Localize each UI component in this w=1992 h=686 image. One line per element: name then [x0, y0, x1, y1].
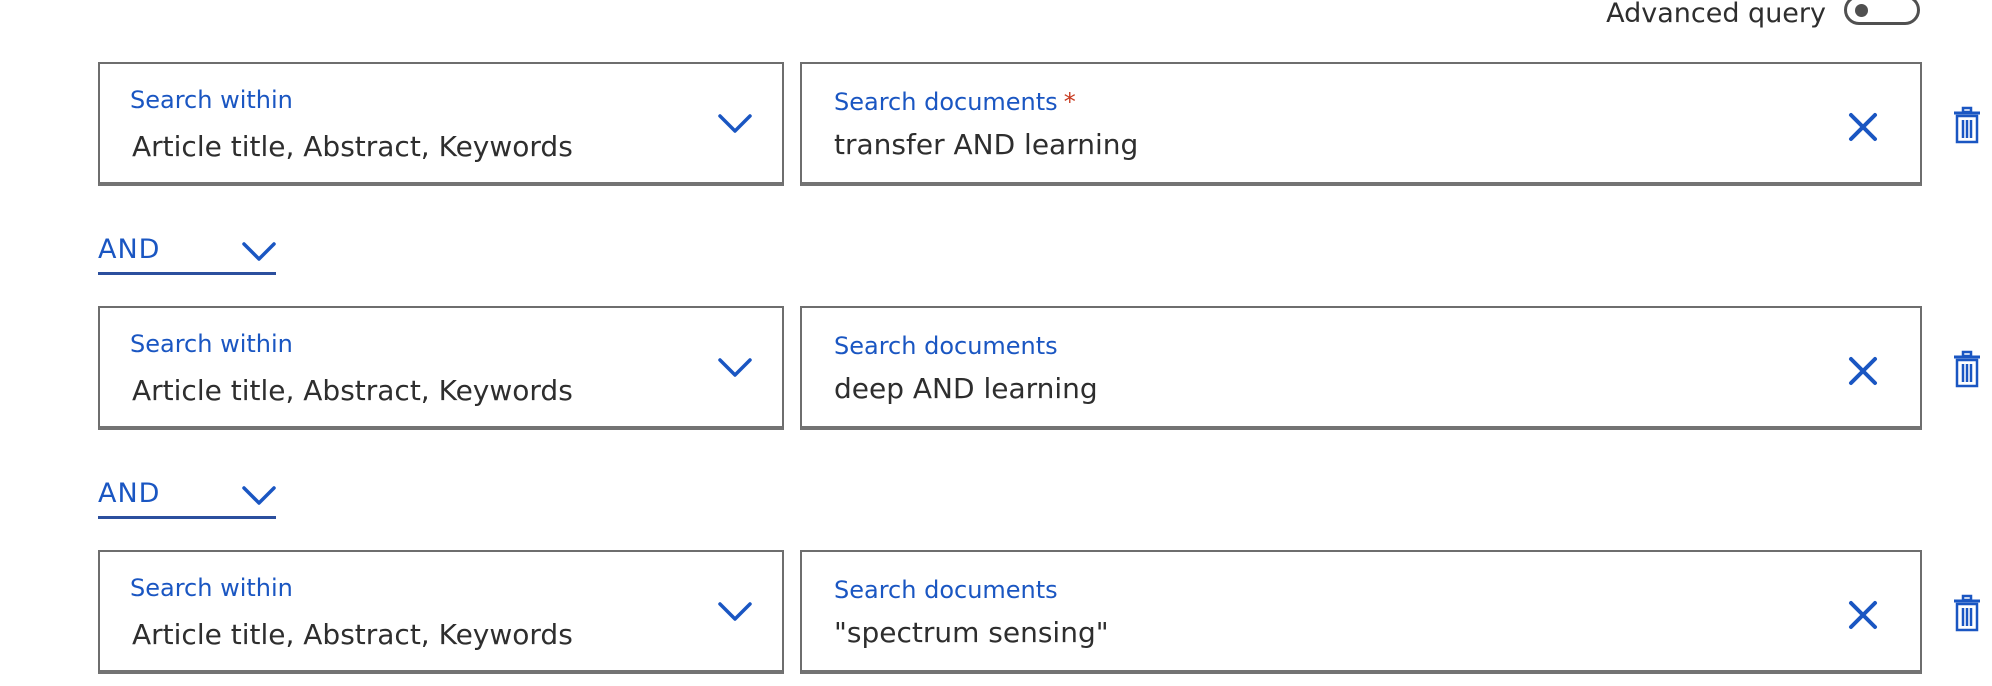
search-within-label: Search within	[130, 330, 293, 358]
search-row: Search within Article title, Abstract, K…	[0, 62, 1992, 192]
chevron-down-icon[interactable]	[718, 114, 752, 134]
trash-icon[interactable]	[1952, 594, 1982, 632]
close-icon[interactable]	[1848, 356, 1878, 386]
search-within-select[interactable]: Search within Article title, Abstract, K…	[98, 306, 784, 430]
operator-value: AND	[98, 478, 161, 509]
search-documents-label: Search documents	[834, 332, 1058, 360]
search-within-value: Article title, Abstract, Keywords	[132, 374, 573, 407]
search-documents-field[interactable]: Search documents "spectrum sensing"	[800, 550, 1922, 674]
search-documents-field[interactable]: Search documents * transfer AND learning	[800, 62, 1922, 186]
search-within-label: Search within	[130, 86, 293, 114]
search-within-value: Article title, Abstract, Keywords	[132, 130, 573, 163]
search-within-value: Article title, Abstract, Keywords	[132, 618, 573, 651]
search-documents-input[interactable]: "spectrum sensing"	[834, 616, 1109, 649]
search-documents-label: Search documents *	[834, 88, 1076, 116]
search-within-label: Search within	[130, 574, 293, 602]
search-documents-label: Search documents	[834, 576, 1058, 604]
search-within-select[interactable]: Search within Article title, Abstract, K…	[98, 550, 784, 674]
search-documents-label-text: Search documents	[834, 332, 1058, 360]
search-row: Search within Article title, Abstract, K…	[0, 306, 1992, 436]
chevron-down-icon[interactable]	[242, 486, 276, 506]
search-row: Search within Article title, Abstract, K…	[0, 550, 1992, 680]
advanced-query-toggle[interactable]	[1844, 0, 1920, 25]
operator-value: AND	[98, 234, 161, 265]
required-marker: *	[1063, 88, 1076, 116]
boolean-operator-select[interactable]: AND	[98, 476, 276, 519]
trash-icon[interactable]	[1952, 106, 1982, 144]
search-within-select[interactable]: Search within Article title, Abstract, K…	[98, 62, 784, 186]
advanced-query-label: Advanced query	[1606, 0, 1826, 29]
boolean-operator-select[interactable]: AND	[98, 232, 276, 275]
chevron-down-icon[interactable]	[718, 358, 752, 378]
trash-icon[interactable]	[1952, 350, 1982, 388]
chevron-down-icon[interactable]	[242, 242, 276, 262]
search-documents-label-text: Search documents	[834, 88, 1058, 116]
search-documents-label-text: Search documents	[834, 576, 1058, 604]
search-documents-field[interactable]: Search documents deep AND learning	[800, 306, 1922, 430]
search-documents-input[interactable]: deep AND learning	[834, 372, 1098, 405]
toggle-knob	[1855, 3, 1868, 17]
close-icon[interactable]	[1848, 600, 1878, 630]
advanced-query-toggle-group[interactable]: Advanced query	[1606, 0, 1920, 29]
search-documents-input[interactable]: transfer AND learning	[834, 128, 1138, 161]
chevron-down-icon[interactable]	[718, 602, 752, 622]
close-icon[interactable]	[1848, 112, 1878, 142]
